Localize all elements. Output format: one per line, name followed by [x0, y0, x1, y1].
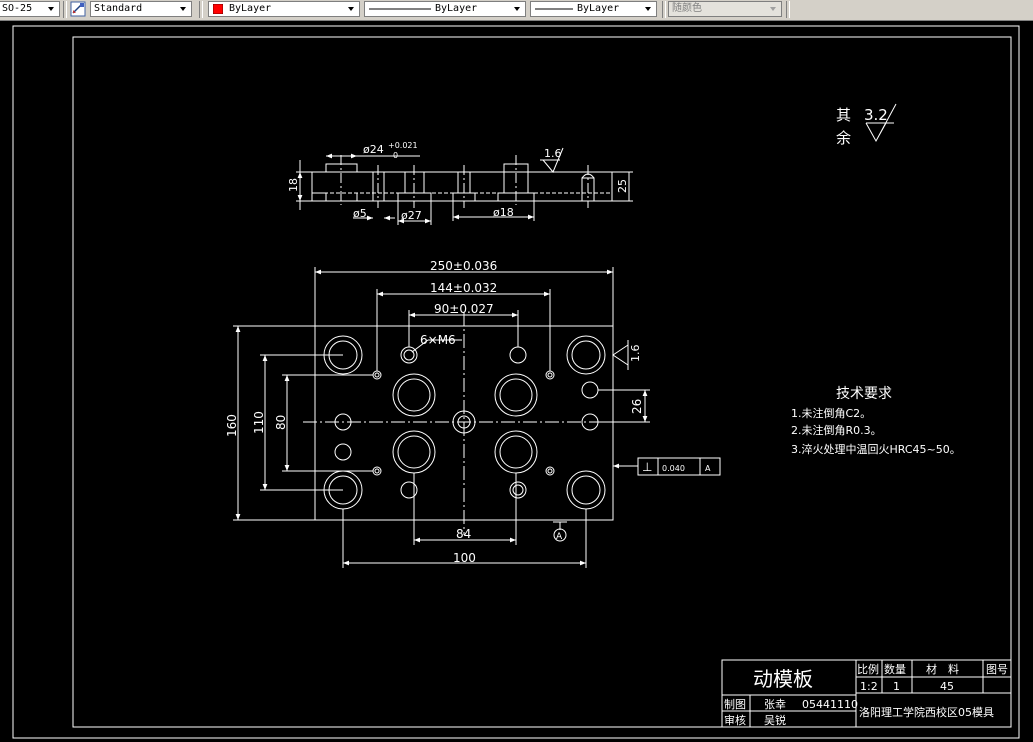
- dim-250: 250±0.036: [430, 259, 497, 273]
- dia5-label: ø5: [353, 207, 367, 220]
- scale-value: 1:2: [860, 680, 878, 693]
- side-height-25: 25: [616, 179, 629, 193]
- chevron-down-icon: [348, 7, 354, 11]
- perpendicularity-datum: A: [705, 464, 711, 473]
- chevron-down-icon: [514, 7, 520, 11]
- perpendicularity-symbol: ⊥: [642, 460, 652, 474]
- dimension-style-value: SO-25: [2, 3, 33, 14]
- tech-requirement-item: 1.未注倒角C2。: [791, 406, 871, 420]
- thread-label: 6×M6: [420, 333, 456, 347]
- school-name: 洛阳理工学院西校区05模具: [859, 705, 994, 719]
- toolbar-separator: [63, 1, 67, 18]
- plan-roughness-value: 1.6: [629, 345, 642, 363]
- tech-requirement-item: 2.未注倒角R0.3。: [791, 423, 882, 437]
- linetype-preview-icon: [369, 8, 431, 10]
- chevron-down-icon: [770, 7, 776, 11]
- dim-100: 100: [453, 551, 476, 565]
- linetype-control-value: ByLayer: [435, 3, 478, 14]
- properties-toolbar: SO-25 Standard ByLayer ByLayer ByLayer 随…: [0, 0, 1033, 21]
- sheet-outer-border: [12, 25, 1020, 739]
- drawn-id: 05441110: [802, 698, 858, 711]
- plot-style-value: 随颜色: [672, 3, 702, 14]
- lineweight-control-combo[interactable]: ByLayer: [530, 1, 657, 17]
- dia24-tol-upper: +0.021: [388, 141, 418, 150]
- dim-84: 84: [456, 527, 471, 541]
- side-roughness-value: 1.6: [544, 147, 562, 160]
- roughness-other-value: 3.2: [864, 106, 888, 124]
- dia24-label: ø24: [363, 143, 384, 156]
- side-height-18: 18: [287, 178, 300, 192]
- toolbar-separator: [199, 1, 203, 18]
- material-value: 45: [940, 680, 954, 693]
- part-name: 动模板: [753, 667, 813, 691]
- dia24-tol-lower: 0: [393, 151, 398, 160]
- chevron-down-icon: [645, 7, 651, 11]
- quantity-label: 数量: [884, 663, 906, 676]
- dimension-style-icon[interactable]: [70, 1, 86, 17]
- material-label: 材 料: [926, 662, 959, 676]
- datum-label: A: [556, 532, 563, 542]
- tech-requirements-title: 技术要求: [836, 386, 892, 402]
- dim-110: 110: [252, 411, 266, 434]
- sheet-inner-border: [72, 36, 1012, 728]
- roughness-other-label-2: 余: [836, 129, 851, 147]
- dim-80: 80: [274, 415, 288, 430]
- dim-160: 160: [225, 414, 239, 437]
- roughness-other-label-1: 其: [836, 106, 851, 124]
- toolbar-separator: [662, 1, 666, 18]
- side-view: [296, 147, 633, 225]
- dim-90: 90±0.027: [434, 302, 494, 316]
- color-control-value: ByLayer: [229, 3, 272, 14]
- color-control-combo[interactable]: ByLayer: [208, 1, 360, 17]
- text-style-value: Standard: [94, 3, 143, 14]
- chevron-down-icon: [48, 7, 54, 11]
- lineweight-preview-icon: [535, 8, 573, 10]
- plot-style-combo[interactable]: 随颜色: [668, 1, 782, 17]
- drawing-no-label: 图号: [986, 663, 1008, 676]
- tech-requirement-item: 3.淬火处理中温回火HRC45~50。: [791, 442, 961, 456]
- text-style-combo[interactable]: Standard: [90, 1, 192, 17]
- toolbar-separator: [786, 1, 790, 18]
- dia18-label: ø18: [493, 206, 514, 219]
- drawn-label: 制图: [724, 698, 746, 711]
- roughness-symbol-plan: [612, 344, 629, 366]
- quantity-value: 1: [893, 680, 900, 693]
- dimension-style-combo[interactable]: SO-25: [0, 1, 60, 17]
- checked-label: 审核: [724, 713, 746, 727]
- linetype-control-combo[interactable]: ByLayer: [364, 1, 526, 17]
- checked-name: 吴锐: [764, 713, 786, 727]
- dia27-label: ø27: [401, 209, 422, 222]
- perpendicularity-tolerance: 0.040: [662, 464, 685, 473]
- dim-26: 26: [630, 399, 644, 414]
- drawing-canvas[interactable]: 其 余 3.2 ø24 +0.021 0 1.6 18 25 ø5 ø27 ø1…: [0, 21, 1033, 742]
- dim-144: 144±0.032: [430, 281, 497, 295]
- chevron-down-icon: [180, 7, 186, 11]
- scale-label: 比例: [857, 662, 879, 676]
- color-swatch-icon: [213, 4, 223, 14]
- drawn-name: 张幸: [764, 698, 786, 711]
- lineweight-control-value: ByLayer: [577, 3, 620, 14]
